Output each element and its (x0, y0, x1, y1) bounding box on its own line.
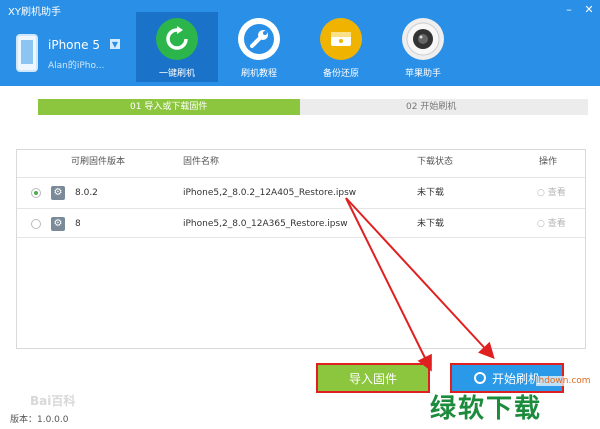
nav-one-click-flash[interactable]: 一键刷机 (136, 12, 218, 82)
step-import-download: 01 导入或下载固件 (38, 99, 308, 115)
backup-icon (320, 18, 362, 60)
download-status: 未下载 (417, 219, 445, 229)
device-user: Alan的iPho... (48, 61, 105, 71)
col-action: 操作 (539, 157, 558, 167)
device-panel[interactable]: iPhone 5 ▼ Alan的iPho... (16, 34, 126, 74)
nav-label: 苹果助手 (404, 69, 441, 79)
brand-watermark: 绿软下载 (430, 394, 543, 424)
firmware-version: 8.0.2 (75, 188, 98, 198)
firmware-version: 8 (75, 219, 81, 229)
col-name: 固件名称 (183, 157, 220, 167)
site-watermark: lhdown.com (536, 376, 591, 386)
gear-icon: ⚙ (51, 217, 65, 231)
nav-apple-helper[interactable]: 苹果助手 (382, 12, 464, 82)
download-status: 未下载 (417, 188, 445, 198)
step-progress: 01 导入或下载固件 02 开始刷机 (38, 99, 588, 115)
nav-label: 刷机教程 (240, 69, 277, 79)
radio-selected[interactable] (31, 188, 41, 198)
window-controls: – ✕ (562, 2, 596, 16)
start-label: 开始刷机 (491, 371, 540, 386)
view-link[interactable]: ○ 查看 (537, 209, 566, 239)
baidu-watermark: Bai百科 (30, 394, 76, 408)
app-header: XY刷机助手 – ✕ iPhone 5 ▼ Alan的iPho... 一键刷机 … (0, 0, 600, 86)
firmware-name: iPhone5,2_8.0_12A365_Restore.ipsw (183, 219, 348, 229)
search-icon: ○ (537, 188, 545, 198)
refresh-icon (473, 372, 486, 384)
main-nav: 一键刷机 刷机教程 备份还原 苹果助手 (136, 12, 464, 82)
table-row[interactable]: ⚙ 8 iPhone5,2_8.0_12A365_Restore.ipsw 未下… (17, 208, 585, 238)
close-icon[interactable]: ✕ (582, 2, 596, 16)
radio-unselected[interactable] (31, 219, 41, 229)
camera-icon (402, 18, 444, 60)
firmware-table: 可刷固件版本 固件名称 下载状态 操作 ⚙ 8.0.2 iPhone5,2_8.… (16, 149, 586, 349)
nav-label: 一键刷机 (158, 69, 195, 79)
firmware-name: iPhone5,2_8.0.2_12A405_Restore.ipsw (183, 188, 357, 198)
gear-icon: ⚙ (51, 186, 65, 200)
nav-label: 备份还原 (322, 69, 359, 79)
step-start-flash: 02 开始刷机 (300, 99, 588, 115)
device-name: iPhone 5 (48, 38, 100, 52)
wrench-icon (238, 18, 280, 60)
chevron-down-icon[interactable]: ▼ (110, 39, 120, 49)
refresh-icon (156, 18, 198, 60)
import-firmware-button[interactable]: 导入固件 (316, 363, 430, 393)
search-icon: ○ (537, 219, 545, 229)
version-label: 版本：1.0.0.0 (10, 415, 69, 425)
window-title: XY刷机助手 (8, 7, 61, 18)
phone-icon (16, 34, 38, 72)
view-link[interactable]: ○ 查看 (537, 178, 566, 208)
table-row[interactable]: ⚙ 8.0.2 iPhone5,2_8.0.2_12A405_Restore.i… (17, 177, 585, 207)
nav-backup-restore[interactable]: 备份还原 (300, 12, 382, 82)
table-header: 可刷固件版本 固件名称 下载状态 操作 (17, 150, 585, 174)
col-version: 可刷固件版本 (71, 157, 126, 167)
import-label: 导入固件 (348, 371, 397, 386)
minimize-icon[interactable]: – (562, 2, 576, 16)
nav-flash-tutorial[interactable]: 刷机教程 (218, 12, 300, 82)
col-status: 下载状态 (417, 157, 454, 167)
